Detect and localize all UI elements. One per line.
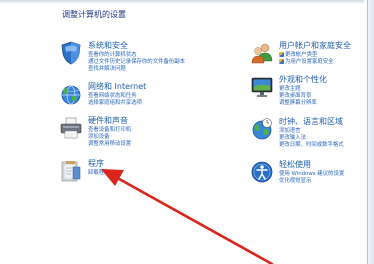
- category-link[interactable]: 为用户设置家庭安全: [279, 59, 334, 65]
- category-title[interactable]: 轻松使用: [279, 160, 311, 169]
- category-title[interactable]: 时钟、语言和区域: [279, 117, 343, 126]
- window-top-edge: [0, 0, 374, 4]
- category-link[interactable]: 查看网络状态和任务: [88, 93, 137, 99]
- category-link[interactable]: 查看设备和打印机: [88, 127, 131, 133]
- network-globe-icon: [61, 85, 81, 105]
- window-right-edge: [364, 0, 374, 264]
- category-link[interactable]: 使用 Windows 建议的设置: [279, 171, 344, 177]
- ease-of-access-icon: [251, 161, 273, 183]
- page-heading: 调整计算机的设置: [62, 10, 126, 19]
- category-link[interactable]: 更改输入法: [279, 135, 306, 141]
- category-link[interactable]: 更改桌面背景: [279, 93, 311, 99]
- category-link[interactable]: 更改日期、时间或数字格式: [279, 142, 344, 148]
- category-link[interactable]: 更改主题: [279, 86, 301, 92]
- category-title[interactable]: 外观和个性化: [279, 75, 327, 84]
- category-title[interactable]: 系统和安全: [88, 41, 128, 50]
- control-panel-window: 调整计算机的设置 系统和安全 查看你的计算机状态 通过文件历史记录保存你的文件备…: [0, 0, 374, 264]
- annotation-arrow: [101, 169, 274, 264]
- category-link[interactable]: 添加设备: [88, 134, 110, 140]
- category-title[interactable]: 硬件和声音: [88, 116, 128, 125]
- shield-icon: [61, 41, 81, 65]
- category-title[interactable]: 用户帐户和家庭安全: [279, 41, 351, 50]
- category-link[interactable]: 更改帐户类型: [279, 52, 317, 58]
- category-link-label: 更改帐户类型: [285, 52, 318, 58]
- category-link[interactable]: 添加语言: [279, 128, 301, 134]
- uac-shield-icon: [279, 59, 284, 64]
- category-link[interactable]: 调整常用移动设置: [88, 141, 131, 147]
- category-link[interactable]: 查找并解决问题: [88, 66, 126, 72]
- category-link[interactable]: 查看你的计算机状态: [88, 52, 137, 58]
- users-icon: [251, 43, 273, 64]
- category-title[interactable]: 程序: [88, 159, 104, 168]
- category-link[interactable]: 卸载程序: [88, 170, 110, 176]
- category-link[interactable]: 通过文件历史记录保存你的文件备份副本: [88, 59, 185, 65]
- category-link[interactable]: 选择家庭组和共享选项: [88, 100, 142, 106]
- annotation-arrow-shaft: [110, 173, 274, 264]
- uac-shield-icon: [279, 52, 284, 57]
- category-link[interactable]: 优化视觉显示: [279, 178, 311, 184]
- programs-icon: [61, 161, 81, 182]
- display-icon: [251, 77, 273, 97]
- category-link[interactable]: 调整屏幕分辨率: [279, 100, 317, 106]
- printer-icon: [60, 117, 82, 139]
- category-link-label: 为用户设置家庭安全: [285, 59, 334, 65]
- category-title[interactable]: 网络和 Internet: [88, 82, 146, 91]
- clock-globe-icon: [252, 118, 272, 140]
- window-right-border: [367, 0, 368, 264]
